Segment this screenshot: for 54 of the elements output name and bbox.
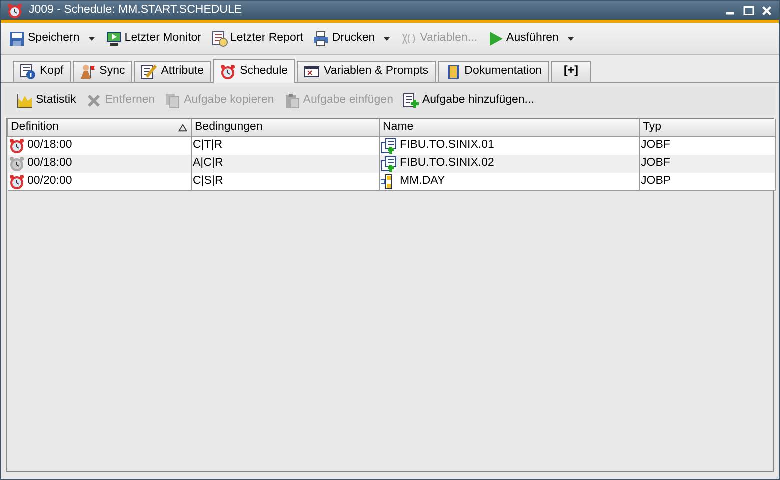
tab[interactable]: [+] [551,61,592,82]
table-cell: C|T|R [192,136,380,155]
clipboard-icon [284,93,300,109]
toolbar-button[interactable]: Letzter Monitor [106,30,202,48]
tab[interactable]: Dokumentation [438,61,550,82]
printer-icon [313,30,330,46]
tab[interactable]: Attribute [134,61,212,82]
table-cell: JOBF [640,154,776,173]
alarm-clock-icon [7,2,23,18]
caret-icon[interactable] [566,34,575,42]
table-cell-text: FIBU.TO.SINIX.02 [400,156,494,172]
table-cell-text: 00/18:00 [28,156,72,172]
caret-icon[interactable] [383,34,392,42]
action-button[interactable]: Aufgabe hinzufügen... [403,92,534,110]
toolbar-button[interactable]: Ausführen [488,30,559,48]
alarm-clock-icon [220,64,236,80]
chart-icon [17,93,33,109]
window-title: J009 - Schedule: MM.START.SCHEDULE [29,2,244,18]
column-header[interactable]: Definition [8,119,192,137]
table-cell: A|C|R [192,154,380,173]
toolbar-button[interactable]: Speichern [9,30,80,48]
play-icon [488,30,504,46]
table-row[interactable]: 00/18:00 C|T|R FIBU.TO.SINIX.01 JOBF [8,136,776,155]
toolbar-button[interactable]: Drucken [313,30,376,48]
figure-flag-icon [80,64,96,80]
toolbar-button[interactable]: Letzter Report [212,30,304,48]
add-document-icon [403,93,420,109]
table-cell-text: FIBU.TO.SINIX.01 [400,138,494,154]
column-header[interactable]: Typ [640,119,776,137]
cross-icon [86,93,102,109]
close-icon[interactable] [761,4,773,16]
column-header[interactable]: Bedingungen [192,119,380,137]
table-cell-text: 00/20:00 [28,174,72,189]
tab[interactable]: Variablen & Prompts [297,61,436,82]
report-clock-icon [212,30,228,46]
table-cell-text: MM.DAY [400,174,446,189]
info-document-icon [20,64,36,80]
tab[interactable]: Sync [72,61,132,82]
table-cell: JOBF [640,136,776,155]
table-row[interactable]: 00/18:00 A|C|R FIBU.TO.SINIX.02 JOBF [8,154,776,173]
maximize-icon[interactable] [743,4,755,16]
table-cell-text: 00/18:00 [28,138,72,154]
pencil-document-icon [141,64,158,80]
table-cell: C|S|R [192,172,380,191]
caret-icon[interactable] [88,34,96,42]
action-button[interactable]: Statistik [17,92,76,110]
monitor-icon [106,30,122,46]
table-row[interactable]: 00/20:00 C|S|R MM.DAY JOBP [8,172,776,191]
column-header[interactable]: Name [380,119,640,137]
tab[interactable]: Kopf [13,61,71,82]
copy-icon [165,93,182,109]
tab[interactable]: Schedule [213,59,296,83]
variable-window-icon [304,64,320,80]
table-cell: JOBP [640,172,776,191]
